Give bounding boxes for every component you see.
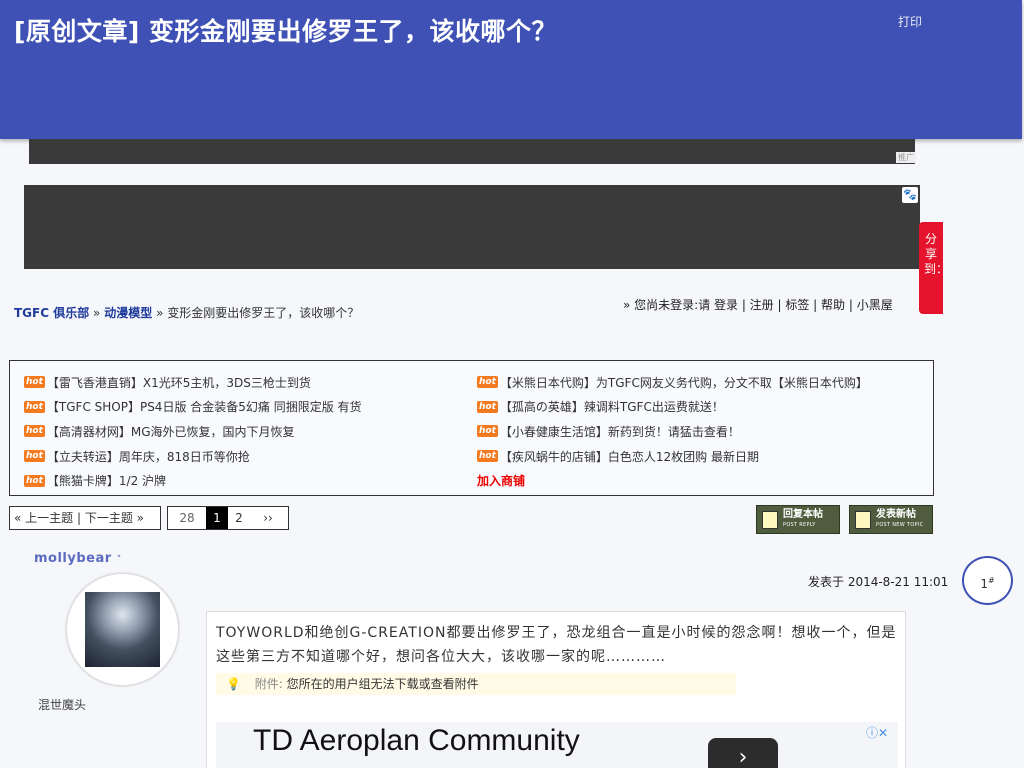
page-link[interactable]: 2 bbox=[228, 507, 250, 529]
hot-icon: hot bbox=[477, 425, 498, 438]
inline-ad[interactable]: TD Aeroplan Community › ⓘ✕ bbox=[216, 722, 898, 768]
prev-next-topic[interactable]: « 上一主题 | 下一主题 » bbox=[9, 506, 161, 530]
pagination: 28 1 2 ›› bbox=[167, 506, 289, 530]
post-author[interactable]: mollybear ˅ bbox=[34, 551, 122, 566]
breadcrumb: TGFC 俱乐部 » 动漫模型 » 变形金刚要出修罗王了，该收哪个？ bbox=[14, 304, 359, 321]
sponsor-link[interactable]: hot 【高清器材网】MG海外已恢复，国内下月恢复 bbox=[24, 419, 362, 444]
breadcrumb-forum[interactable]: 动漫模型 bbox=[104, 306, 152, 320]
sponsor-link[interactable]: hot 【孤高の英雄】辣调料TGFC出运费就送！ bbox=[477, 395, 868, 420]
new-topic-icon bbox=[855, 511, 871, 529]
sponsor-column-left: hot 【雷飞香港直销】X1光环5主机，3DS三枪士到货 hot 【TGFC SHO… bbox=[24, 370, 362, 493]
sponsor-link[interactable]: hot 【疾风蜗牛的店铺】白色恋人12枚团购 最新日期 bbox=[477, 444, 868, 469]
ad-banner[interactable]: 🐾 bbox=[24, 185, 920, 269]
new-topic-sub: POST NEW TOPIC bbox=[876, 522, 924, 528]
inline-ad-title: TD Aeroplan Community bbox=[253, 724, 580, 757]
reply-icon bbox=[762, 511, 778, 529]
post-text: TOYWORLD和绝创G-CREATION都要出修罗王了，恐龙组合一直是小时候的… bbox=[216, 625, 897, 665]
sponsor-link[interactable]: hot 【立夫转运】周年庆，818日币等你抢 bbox=[24, 444, 362, 469]
share-label: 分享到： bbox=[924, 232, 949, 276]
ad-info-icon[interactable]: ⓘ✕ bbox=[866, 724, 888, 741]
sponsor-link[interactable]: hot 【小春健康生活馆】新药到货！请猛击查看！ bbox=[477, 419, 868, 444]
avatar[interactable] bbox=[85, 592, 160, 667]
hot-icon: hot bbox=[24, 450, 45, 463]
join-shop-link[interactable]: 加入商铺 bbox=[477, 468, 868, 493]
hot-icon: hot bbox=[477, 450, 498, 463]
ad-banner-top[interactable] bbox=[29, 139, 915, 164]
sponsor-column-right: hot 【米熊日本代购】为TGFC网友义务代购，分文不取【米熊日本代购】 hot 【… bbox=[477, 370, 868, 493]
breadcrumb-sep: » bbox=[93, 306, 101, 320]
attachment-notice: 💡 附件: 您所在的用户组无法下载或查看附件 bbox=[216, 673, 736, 695]
paw-icon[interactable]: 🐾 bbox=[902, 187, 918, 203]
reply-button[interactable]: 回复本帖 POST REPLY bbox=[756, 505, 840, 534]
reply-label: 回复本帖 bbox=[783, 509, 823, 520]
sponsor-links: hot 【雷飞香港直销】X1光环5主机，3DS三枪士到货 hot 【TGFC SHO… bbox=[9, 360, 934, 496]
hot-icon: hot bbox=[24, 474, 45, 487]
post-time: 发表于 2014-8-21 11:01 bbox=[808, 575, 949, 589]
thread-header: [原创文章] 变形金刚要出修罗王了，该收哪个？ 打印 bbox=[0, 0, 1022, 139]
ad-tag: 推广 bbox=[896, 152, 916, 163]
hot-icon: hot bbox=[24, 400, 45, 413]
breadcrumb-sep-2: » bbox=[156, 306, 164, 320]
page-link[interactable]: 28 bbox=[168, 507, 206, 529]
post-body: TOYWORLD和绝创G-CREATION都要出修罗王了，恐龙组合一直是小时候的… bbox=[206, 611, 906, 768]
hot-icon: hot bbox=[24, 425, 45, 438]
page-next[interactable]: ›› bbox=[250, 507, 286, 529]
new-topic-button[interactable]: 发表新帖 POST NEW TOPIC bbox=[849, 505, 933, 534]
lightbulb-icon: 💡 bbox=[226, 677, 241, 691]
sponsor-link[interactable]: hot 【米熊日本代购】为TGFC网友义务代购，分文不取【米熊日本代购】 bbox=[477, 370, 868, 395]
sponsor-link[interactable]: hot 【熊猫卡牌】1/2 沪牌 bbox=[24, 468, 362, 493]
share-tab[interactable]: 分享到： bbox=[919, 222, 949, 314]
hot-icon: hot bbox=[24, 376, 45, 389]
print-link[interactable]: 打印 bbox=[898, 13, 922, 30]
attachment-text: 您所在的用户组无法下载或查看附件 bbox=[286, 677, 479, 691]
chevron-right-icon[interactable]: › bbox=[708, 738, 778, 768]
hot-icon: hot bbox=[477, 400, 498, 413]
breadcrumb-site[interactable]: TGFC 俱乐部 bbox=[14, 306, 89, 320]
login-bar[interactable]: » 您尚未登录:请 登录 | 注册 | 标签 | 帮助 | 小黑屋 bbox=[623, 296, 919, 313]
chevron-down-icon: ˅ bbox=[116, 555, 122, 565]
floor-number[interactable]: 1# bbox=[962, 556, 1013, 605]
hot-icon: hot bbox=[477, 376, 498, 389]
page-current: 1 bbox=[206, 507, 228, 529]
breadcrumb-thread: 变形金刚要出修罗王了，该收哪个？ bbox=[167, 306, 360, 320]
sponsor-link[interactable]: hot 【TGFC SHOP】PS4日版 合金装备5幻痛 同捆限定版 有货 bbox=[24, 395, 362, 420]
reply-sub: POST REPLY bbox=[783, 522, 816, 528]
thread-title: [原创文章] 变形金刚要出修罗王了，该收哪个？ bbox=[14, 17, 558, 46]
sponsor-link[interactable]: hot 【雷飞香港直销】X1光环5主机，3DS三枪士到货 bbox=[24, 370, 362, 395]
new-topic-label: 发表新帖 bbox=[876, 509, 916, 520]
attachment-label: 附件: bbox=[254, 677, 283, 691]
user-title: 混世魔头 bbox=[38, 698, 87, 712]
